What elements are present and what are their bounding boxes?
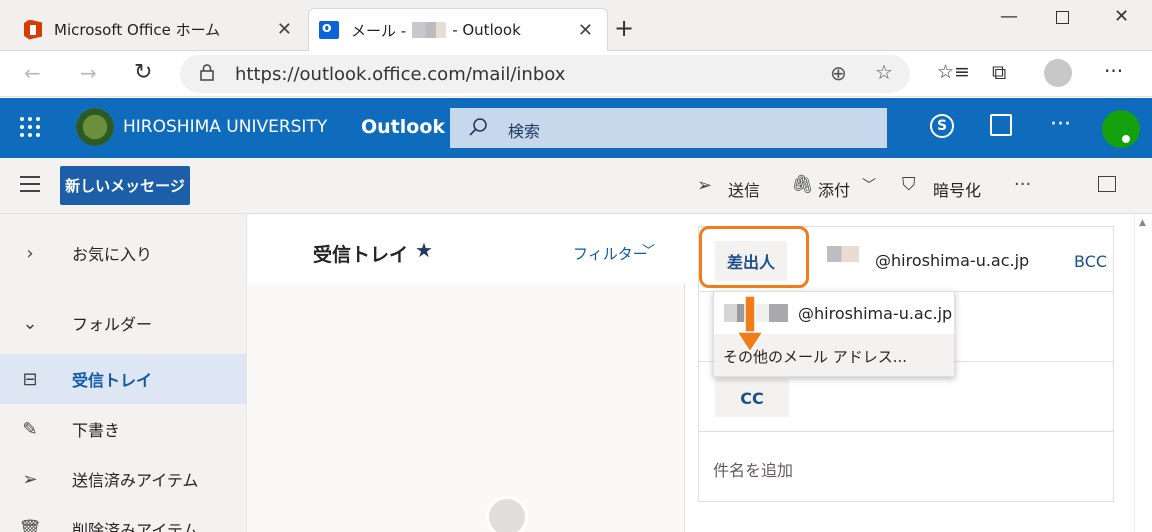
sidebar-item-inbox[interactable]: ⊟ 受信トレイ (0, 354, 246, 404)
folder-pane: › お気に入り ⌄ フォルダー ⊟ 受信トレイ ✎ 下書き ➢ 送信済みアイテム… (0, 214, 247, 532)
outlook-icon (319, 20, 339, 39)
nav-favorites[interactable]: › お気に入り (0, 228, 246, 278)
skype-icon[interactable]: S (930, 114, 954, 138)
shield-icon[interactable]: ⛉ (902, 174, 916, 195)
org-name: HIROSHIMA UNIVERSITY (123, 117, 328, 137)
command-bar: 新しいメッセージ ➢ 送信 🖇 添付 ﹀ ⛉ 暗号化 ··· (0, 158, 1152, 214)
university-logo (76, 108, 114, 146)
online-status-icon (1120, 133, 1132, 145)
sidebar-item-label: 送信済みアイテム (72, 471, 199, 490)
inbox-icon: ⊟ (22, 368, 38, 390)
sidebar-item-label: 受信トレイ (72, 371, 153, 390)
account-address: @hiroshima-u.ac.jp (798, 304, 953, 323)
collections-icon[interactable]: ⧉ (992, 60, 1006, 84)
message-list: 受信トレイ ★ フィルター ﹀ (248, 214, 685, 532)
minimize-icon[interactable]: — (1000, 6, 1018, 27)
scroll-up-icon[interactable]: ▲ (1139, 218, 1146, 228)
lock-icon (200, 64, 214, 81)
chevron-down-icon: ⌄ (22, 312, 38, 334)
search-input[interactable]: 検索 (450, 108, 887, 148)
pencil-icon: ✎ (22, 418, 38, 440)
search-placeholder: 検索 (508, 122, 541, 141)
settings-more-icon[interactable]: ··· (1104, 59, 1123, 83)
tab-outlook-mail[interactable]: メール - - Outlook ✕ (308, 8, 608, 51)
app-title[interactable]: Outlook (361, 116, 445, 138)
redacted-name (827, 246, 859, 262)
window-close-icon[interactable]: ✕ (1114, 6, 1129, 27)
message-list-header: 受信トレイ ★ フィルター ﹀ (248, 214, 685, 284)
send-icon: ➢ (22, 468, 38, 490)
more-options-icon[interactable]: ··· (1050, 112, 1071, 137)
favorite-star-icon[interactable]: ☆ (875, 60, 893, 84)
folder-title: 受信トレイ (313, 244, 409, 266)
chevron-right-icon: › (26, 242, 34, 264)
favorite-star-icon[interactable]: ★ (415, 238, 433, 262)
subject-placeholder: 件名を追加 (713, 461, 794, 480)
cc-button[interactable]: CC (715, 379, 789, 417)
filter-button[interactable]: フィルター (573, 243, 648, 264)
tab-office-home[interactable]: Microsoft Office ホーム ✕ (14, 8, 306, 51)
tab-label: Microsoft Office ホーム (54, 21, 221, 39)
more-commands-button[interactable]: ··· (1014, 174, 1031, 195)
empty-state-illustration (486, 496, 528, 532)
nav-favorites-label: お気に入り (72, 245, 153, 264)
scrollbar[interactable]: ▲ (1134, 214, 1152, 532)
annotation-arrow-icon (735, 296, 765, 354)
chevron-down-icon[interactable]: ﹀ (862, 175, 876, 195)
favorites-list-icon[interactable]: ☆≡ (937, 61, 970, 83)
address-bar[interactable]: https://outlook.office.com/mail/inbox ⊕ … (180, 55, 910, 93)
profile-avatar[interactable] (1044, 59, 1072, 87)
new-message-button[interactable]: 新しいメッセージ (60, 166, 190, 205)
chevron-down-icon: ﹀ (642, 244, 656, 259)
attach-button[interactable]: 添付 (818, 177, 850, 201)
refresh-icon[interactable]: ↻ (134, 60, 152, 85)
sidebar-item-drafts[interactable]: ✎ 下書き (0, 404, 246, 454)
app-launcher-icon[interactable] (19, 116, 41, 138)
bcc-button[interactable]: BCC (1074, 252, 1107, 271)
todo-icon[interactable] (990, 114, 1012, 136)
tab-label-suffix: - Outlook (452, 21, 521, 39)
forward-icon[interactable]: → (80, 61, 97, 85)
new-tab-button[interactable]: + (614, 14, 634, 42)
maximize-icon[interactable] (1056, 11, 1069, 24)
send-button[interactable]: 送信 (728, 177, 760, 201)
tab-label-prefix: メール - (351, 21, 407, 40)
pop-out-icon[interactable] (1098, 176, 1116, 192)
annotation-highlight (699, 226, 809, 288)
sidebar-item-label: 削除済みアイテム (72, 521, 199, 532)
trash-icon: 🗑 (18, 518, 42, 532)
redacted-name (412, 22, 447, 38)
back-icon[interactable]: ← (24, 61, 41, 85)
outlook-header: HIROSHIMA UNIVERSITY Outlook 検索 S ··· (0, 98, 1152, 158)
search-icon (468, 117, 488, 141)
attach-icon[interactable]: 🖇 (791, 174, 814, 195)
from-address: @hiroshima-u.ac.jp (875, 251, 1030, 270)
zoom-icon[interactable]: ⊕ (830, 61, 847, 85)
sidebar-item-deleted[interactable]: 🗑 削除済みアイテム (0, 504, 246, 532)
close-icon[interactable]: ✕ (578, 20, 593, 41)
nav-folders[interactable]: ⌄ フォルダー (0, 298, 246, 348)
close-icon[interactable]: ✕ (277, 19, 292, 40)
nav-folders-label: フォルダー (72, 315, 153, 334)
encrypt-button[interactable]: 暗号化 (933, 177, 981, 201)
avatar[interactable] (1102, 110, 1140, 148)
browser-toolbar: ← → ↻ https://outlook.office.com/mail/in… (0, 51, 1152, 97)
url-text: https://outlook.office.com/mail/inbox (235, 64, 566, 85)
sidebar-item-sent[interactable]: ➢ 送信済みアイテム (0, 454, 246, 504)
hamburger-menu-icon[interactable] (20, 176, 40, 192)
office-icon (24, 19, 42, 40)
send-icon[interactable]: ➢ (697, 175, 712, 196)
browser-tab-strip: Microsoft Office ホーム ✕ メール - - Outlook ✕… (0, 0, 1152, 51)
sidebar-item-label: 下書き (72, 421, 121, 440)
